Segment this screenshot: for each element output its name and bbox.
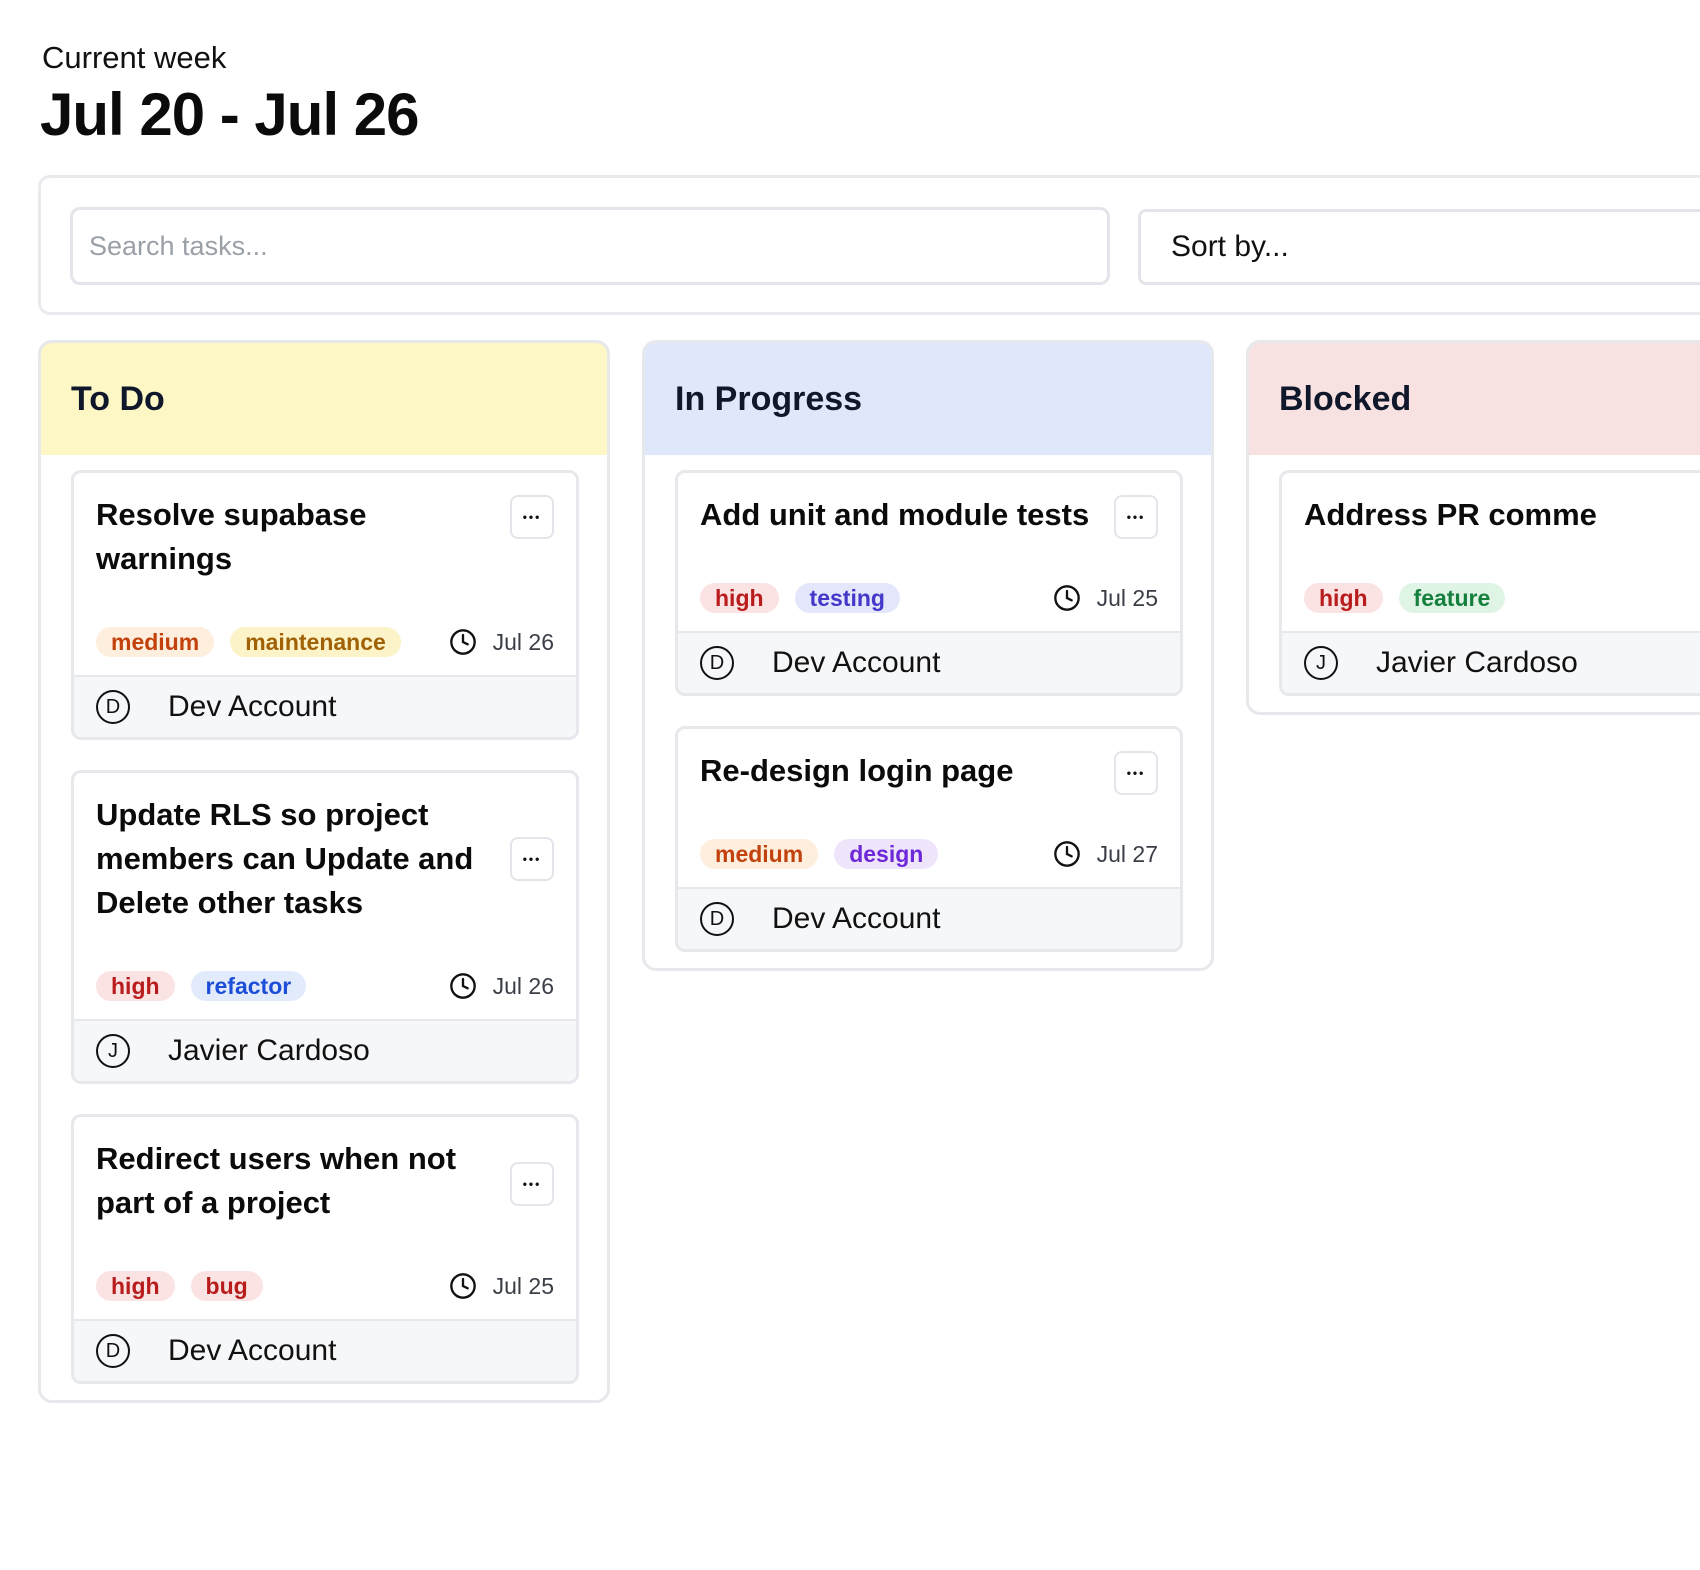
board-page: Current week Jul 20 - Jul 26 Search task…	[0, 0, 1700, 1570]
avatar: D	[700, 902, 734, 936]
task-card-header: Resolve supabase warnings •••	[74, 473, 576, 581]
assignee-row: D Dev Account	[678, 887, 1180, 949]
tag-refactor: refactor	[190, 971, 307, 1001]
clock-icon	[1053, 841, 1080, 867]
task-meta: medium maintenance Jul 26	[74, 609, 576, 675]
avatar: D	[96, 1334, 130, 1368]
task-meta: medium design Jul 27	[678, 821, 1180, 887]
task-card[interactable]: Update RLS so project members can Update…	[71, 770, 579, 1084]
due-date: Jul 25	[1053, 584, 1158, 612]
tag-medium: medium	[96, 627, 215, 657]
filter-toolbar: Search tasks... Sort by...	[38, 175, 1700, 315]
task-meta: high feature	[1282, 565, 1700, 631]
task-card-header: Redirect users when not part of a projec…	[74, 1117, 576, 1225]
assignee-row: D Dev Account	[74, 675, 576, 737]
clock-icon	[449, 1273, 476, 1299]
due-date-text: Jul 27	[1096, 840, 1158, 867]
assignee-name: Javier Cardoso	[1376, 646, 1578, 679]
tag-maintenance: maintenance	[230, 627, 401, 657]
due-date: Jul 27	[1053, 840, 1158, 868]
due-date-text: Jul 26	[492, 628, 554, 655]
task-meta: high refactor Jul 26	[74, 953, 576, 1019]
task-title: Redirect users when not part of a projec…	[96, 1141, 457, 1220]
tag-high: high	[96, 971, 175, 1001]
task-card[interactable]: Re-design login page ••• medium design Jul 2…	[675, 726, 1183, 952]
tag-bug: bug	[190, 1271, 263, 1301]
assignee-name: Dev Account	[168, 690, 337, 723]
avatar: D	[96, 690, 130, 724]
tag-high: high	[700, 583, 779, 613]
assignee-row: J Javier Cardoso	[1282, 631, 1700, 693]
tag-feature: feature	[1398, 583, 1506, 613]
due-date-text: Jul 26	[492, 972, 554, 999]
column-header: Blocked	[1249, 343, 1700, 455]
task-card[interactable]: Address PR comme high feature J Javier Cardo…	[1279, 470, 1700, 696]
task-meta: high testing Jul 25	[678, 565, 1180, 631]
clock-icon	[1053, 585, 1080, 611]
column-header: In Progress	[645, 343, 1211, 455]
week-label: Current week	[42, 40, 227, 75]
task-title: Update RLS so project members can Update…	[96, 797, 474, 920]
column-body: Add unit and module tests ••• high testing J…	[645, 455, 1211, 968]
column-body: Address PR comme high feature J Javier Cardo…	[1249, 455, 1700, 712]
task-card-header: Address PR comme	[1282, 473, 1700, 537]
assignee-row: D Dev Account	[678, 631, 1180, 693]
sort-select[interactable]: Sort by...	[1138, 209, 1700, 285]
column-to-do: To Do Resolve supabase warnings ••• medium m…	[38, 340, 610, 1403]
more-options-button[interactable]: •••	[510, 837, 554, 881]
tag-high: high	[96, 1271, 175, 1301]
more-options-button[interactable]: •••	[510, 495, 554, 539]
more-options-button[interactable]: •••	[1114, 495, 1158, 539]
search-input[interactable]: Search tasks...	[70, 207, 1110, 285]
task-meta: high bug Jul 25	[74, 1253, 576, 1319]
tag-high: high	[1304, 583, 1383, 613]
avatar: J	[1304, 646, 1338, 680]
due-date-text: Jul 25	[492, 1272, 554, 1299]
column-body: Resolve supabase warnings ••• medium mainte…	[41, 455, 607, 1400]
assignee-row: J Javier Cardoso	[74, 1019, 576, 1081]
more-options-button[interactable]: •••	[510, 1162, 554, 1206]
tag-testing: testing	[794, 583, 900, 613]
assignee-name: Dev Account	[772, 646, 941, 679]
clock-icon	[449, 973, 476, 999]
task-title: Re-design login page	[700, 753, 1014, 788]
task-card[interactable]: Add unit and module tests ••• high testing J…	[675, 470, 1183, 696]
due-date-text: Jul 25	[1096, 584, 1158, 611]
assignee-name: Javier Cardoso	[168, 1034, 370, 1067]
tag-medium: medium	[700, 839, 819, 869]
task-card-header: Add unit and module tests •••	[678, 473, 1180, 539]
clock-icon	[449, 629, 476, 655]
more-options-button[interactable]: •••	[1114, 751, 1158, 795]
column-in-progress: In Progress Add unit and module tests ••• h…	[642, 340, 1214, 971]
task-card-header: Re-design login page •••	[678, 729, 1180, 795]
due-date: Jul 26	[449, 972, 554, 1000]
tag-design: design	[834, 839, 939, 869]
column-header: To Do	[41, 343, 607, 455]
column-blocked: Blocked Address PR comme high feature J Javie…	[1246, 340, 1700, 715]
task-title: Address PR comme	[1304, 497, 1597, 532]
task-card-header: Update RLS so project members can Update…	[74, 773, 576, 925]
avatar: D	[700, 646, 734, 680]
week-range-title: Jul 20 - Jul 26	[40, 81, 420, 148]
due-date: Jul 26	[449, 628, 554, 656]
task-card[interactable]: Redirect users when not part of a projec…	[71, 1114, 579, 1384]
assignee-name: Dev Account	[772, 902, 941, 935]
task-title: Resolve supabase warnings	[96, 497, 367, 576]
assignee-row: D Dev Account	[74, 1319, 576, 1381]
task-card[interactable]: Resolve supabase warnings ••• medium mainte…	[71, 470, 579, 740]
assignee-name: Dev Account	[168, 1334, 337, 1367]
task-title: Add unit and module tests	[700, 497, 1090, 532]
avatar: J	[96, 1034, 130, 1068]
due-date: Jul 25	[449, 1272, 554, 1300]
